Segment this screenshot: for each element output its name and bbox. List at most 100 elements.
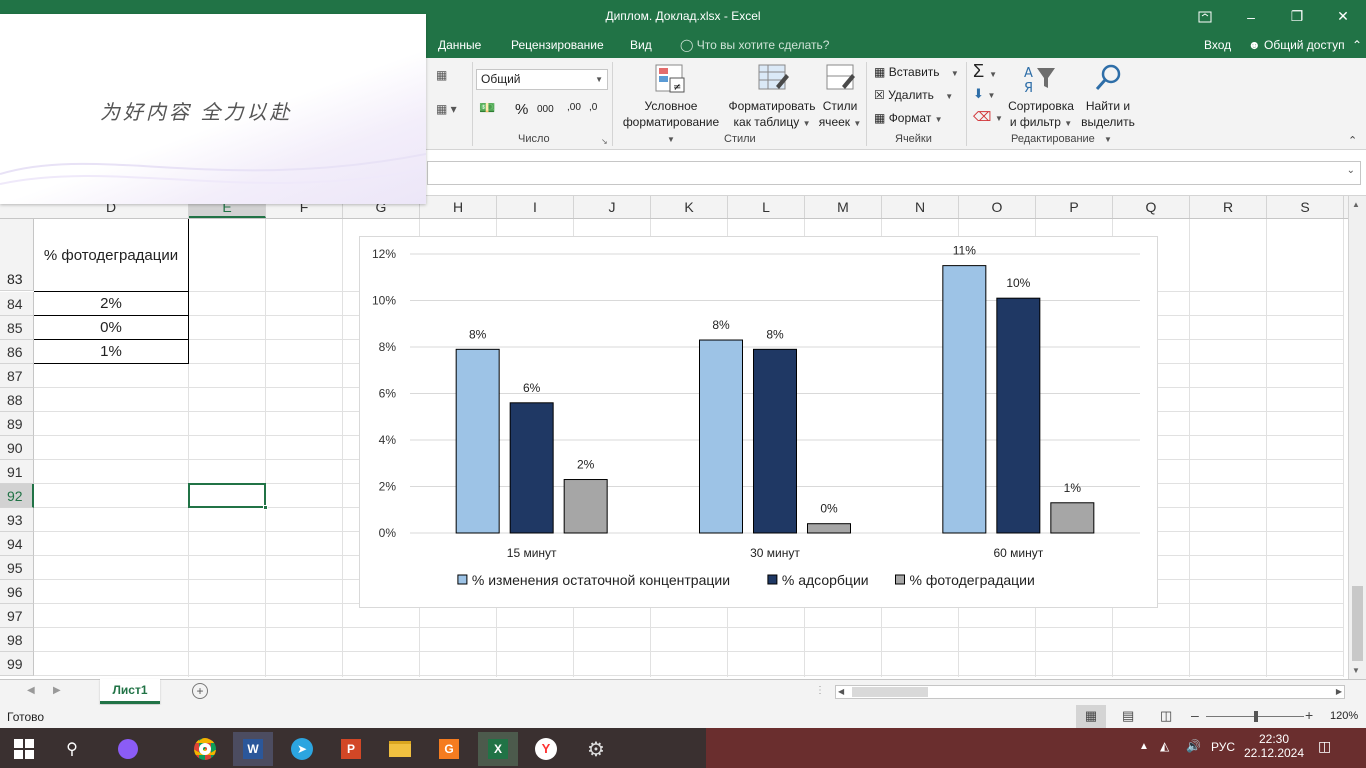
column-header-i[interactable]: I — [497, 196, 574, 218]
scroll-right-icon[interactable]: ▶ — [1336, 687, 1342, 696]
column-header-q[interactable]: Q — [1113, 196, 1190, 218]
page-break-icon[interactable]: ◫ — [1160, 708, 1172, 724]
column-header-o[interactable]: O — [959, 196, 1036, 218]
row-header-93[interactable]: 93 — [0, 508, 34, 532]
prev-sheet-icon[interactable]: ◀ — [27, 685, 35, 696]
row-header-84[interactable]: 84 — [0, 292, 34, 316]
tab-data[interactable]: Данные — [438, 38, 481, 52]
tab-review[interactable]: Рецензирование — [511, 38, 604, 52]
column-header-n[interactable]: N — [882, 196, 959, 218]
currency-icon[interactable]: 💵 — [479, 100, 495, 116]
tell-me-box[interactable]: ◯ Что вы хотите сделать? — [680, 38, 829, 52]
column-header-r[interactable]: R — [1190, 196, 1267, 218]
add-sheet-icon[interactable]: + — [192, 683, 208, 699]
zoom-out-icon[interactable]: – — [1191, 707, 1199, 723]
normal-view-icon[interactable]: ▦ — [1076, 705, 1106, 728]
alice-assistant-icon[interactable] — [108, 732, 148, 766]
notifications-icon[interactable]: ◫ — [1318, 738, 1331, 755]
row-header-91[interactable]: 91 — [0, 460, 34, 484]
row-header-89[interactable]: 89 — [0, 412, 34, 436]
row-header-97[interactable]: 97 — [0, 604, 34, 628]
restore-icon[interactable]: ❐ — [1274, 0, 1320, 33]
splitter-icon[interactable]: ⋮ — [815, 685, 825, 696]
cell-d86[interactable]: 1% — [34, 340, 189, 364]
collapse-ribbon-icon[interactable]: ⌃ — [1352, 38, 1362, 52]
thousands-button[interactable]: 000 — [537, 104, 554, 115]
delete-cells-button[interactable]: ☒ Удалить ▼ — [874, 87, 953, 105]
row-header-98[interactable]: 98 — [0, 628, 34, 652]
autosum-icon[interactable]: Σ ▼ — [973, 61, 997, 82]
settings-gear-icon[interactable]: ⚙ — [576, 732, 616, 766]
format-cells-button[interactable]: ▦ Формат ▼ — [874, 110, 943, 128]
scroll-down-icon[interactable]: ▼ — [1352, 666, 1360, 675]
row-header-99[interactable]: 99 — [0, 652, 34, 676]
fill-handle[interactable] — [263, 505, 268, 510]
formula-input[interactable]: ⌄ — [427, 161, 1361, 185]
tray-expand-icon[interactable]: ▲ — [1139, 741, 1149, 752]
increase-decimal-icon[interactable]: ,00 — [567, 102, 581, 113]
insert-cells-button[interactable]: ▦ Вставить ▼ — [874, 64, 959, 82]
decrease-decimal-icon[interactable]: ,0 — [589, 102, 597, 113]
page-layout-icon[interactable]: ▤ — [1122, 708, 1134, 724]
row-header-83[interactable]: 83 — [0, 219, 34, 291]
bar-chart[interactable]: 0% 2% 4% 6% 8% 10% 12% 8% 6% 2% 15 минут 8% 8% 0% 30 м… — [359, 236, 1158, 608]
column-header-p[interactable]: P — [1036, 196, 1113, 218]
telegram-icon[interactable]: ➤ — [282, 732, 322, 766]
row-header-85[interactable]: 85 — [0, 316, 34, 340]
file-explorer-icon[interactable] — [380, 732, 420, 766]
vertical-scrollbar[interactable]: ▲ ▼ — [1348, 196, 1366, 679]
column-header-m[interactable]: M — [805, 196, 882, 218]
share-button[interactable]: ☻ Общий доступ — [1248, 38, 1345, 52]
collapse-ribbon-chevron-icon[interactable]: ⌃ — [1348, 134, 1357, 147]
tab-view[interactable]: Вид — [630, 38, 652, 52]
word-icon[interactable]: W — [233, 732, 273, 766]
format-as-table-button[interactable]: Форматировать как таблицу ▼ — [724, 98, 820, 132]
conditional-formatting-button[interactable]: Условное форматирование ▼ — [618, 98, 724, 148]
column-header-h[interactable]: H — [420, 196, 497, 218]
sign-in-link[interactable]: Вход — [1204, 38, 1231, 52]
language-indicator[interactable]: РУС — [1211, 740, 1235, 754]
cell-styles-button[interactable]: Стили ячеек ▼ — [818, 98, 862, 132]
row-header-87[interactable]: 87 — [0, 364, 34, 388]
zoom-thumb[interactable] — [1254, 711, 1258, 722]
clock[interactable]: 22:30 22.12.2024 — [1243, 732, 1305, 760]
expand-formula-icon[interactable]: ⌄ — [1347, 165, 1355, 176]
cell-d84[interactable]: 2% — [34, 292, 189, 316]
row-header-86[interactable]: 86 — [0, 340, 34, 364]
row-header-92[interactable]: 92 — [0, 484, 34, 508]
pdf-app-icon[interactable]: G — [429, 732, 469, 766]
network-icon[interactable]: ◭ — [1160, 739, 1169, 753]
cell-d85[interactable]: 0% — [34, 316, 189, 340]
dialog-launcher-icon[interactable]: ↘ — [601, 137, 608, 146]
row-header-94[interactable]: 94 — [0, 532, 34, 556]
scroll-thumb[interactable] — [1352, 586, 1363, 661]
wrap-icon[interactable]: ▦ ▾ — [436, 102, 457, 116]
selected-cell-e92[interactable] — [188, 483, 268, 510]
scroll-left-icon[interactable]: ◀ — [838, 687, 844, 696]
excel-icon[interactable]: X — [478, 732, 518, 766]
row-header-90[interactable]: 90 — [0, 436, 34, 460]
row-header-95[interactable]: 95 — [0, 556, 34, 580]
ribbon-display-icon[interactable] — [1182, 0, 1228, 33]
fill-icon[interactable]: ⬇ ▼ — [973, 86, 995, 102]
number-format-dropdown[interactable]: Общий ▼ — [476, 69, 608, 90]
yandex-browser-icon[interactable]: Y — [526, 732, 566, 766]
column-header-k[interactable]: K — [651, 196, 728, 218]
column-header-l[interactable]: L — [728, 196, 805, 218]
powerpoint-icon[interactable]: P — [331, 732, 371, 766]
zoom-in-icon[interactable]: + — [1305, 707, 1313, 723]
windows-start-icon[interactable] — [4, 732, 44, 766]
merge-icon[interactable]: ▦ — [436, 68, 447, 82]
chrome-icon[interactable] — [185, 732, 225, 766]
cell-d83[interactable]: % фотодеградации — [34, 219, 189, 292]
column-header-j[interactable]: J — [574, 196, 651, 218]
popup-banner[interactable]: 为好内容 全力以赴 — [0, 14, 426, 204]
clear-icon[interactable]: ⌫ ▼ — [973, 109, 1003, 125]
percent-button[interactable]: % — [515, 101, 528, 118]
sort-filter-button[interactable]: Сортировка и фильтр ▼ — [1004, 98, 1078, 132]
sheet-tab-list1[interactable]: Лист1 — [100, 679, 160, 704]
volume-icon[interactable]: 🔊 — [1186, 739, 1201, 753]
row-header-88[interactable]: 88 — [0, 388, 34, 412]
close-icon[interactable]: ✕ — [1320, 0, 1366, 33]
column-header-s[interactable]: S — [1267, 196, 1344, 218]
